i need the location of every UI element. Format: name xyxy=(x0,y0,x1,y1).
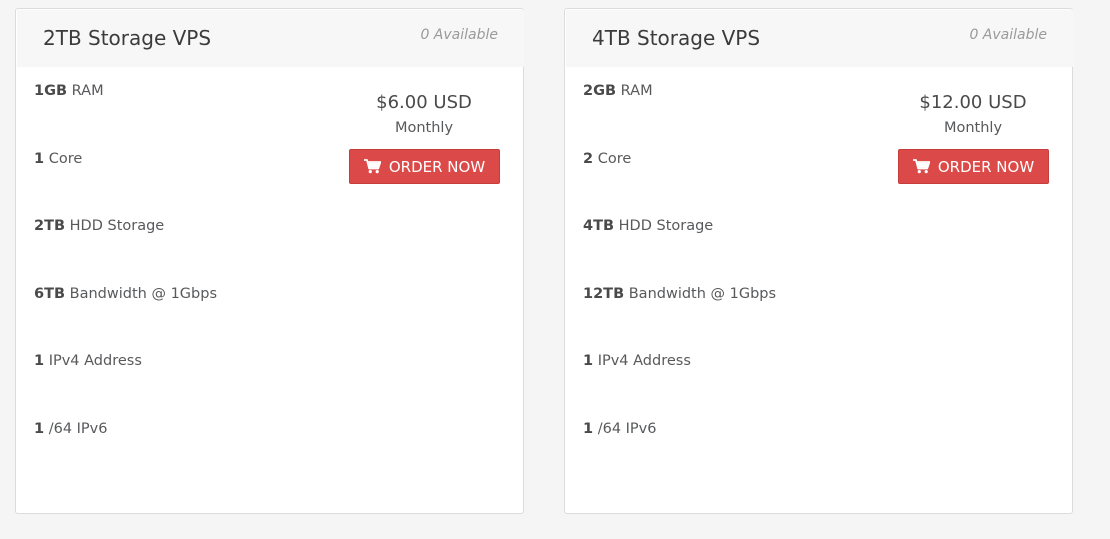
feature-core: 1 Core xyxy=(34,151,217,219)
feature-value: 4TB xyxy=(583,218,615,235)
price: $12.00 USD xyxy=(919,92,1027,113)
order-now-button[interactable]: ORDER NOW xyxy=(349,149,500,184)
product-card: 4TB Storage VPS 0 Available 2GB RAM 2 Co… xyxy=(564,8,1073,514)
feature-label: Bandwidth @ 1Gbps xyxy=(628,285,777,302)
feature-label: HDD Storage xyxy=(69,218,165,235)
billing-cycle: Monthly xyxy=(394,120,454,136)
feature-value: 1 xyxy=(34,150,45,167)
feature-value: 1 xyxy=(34,353,45,370)
shopping-cart-icon xyxy=(912,159,930,174)
feature-value: 2GB xyxy=(583,83,617,99)
feature-ram: 1GB RAM xyxy=(34,83,217,151)
price-block: $6.00 USD Monthly ORDER NOW xyxy=(349,91,500,184)
feature-value: 6TB xyxy=(34,285,66,302)
availability-label: 0 Available xyxy=(420,27,498,43)
product-title: 4TB Storage VPS xyxy=(592,26,761,50)
product-card-header: 2TB Storage VPS 0 Available xyxy=(17,10,524,67)
feature-value: 2 xyxy=(583,150,594,167)
feature-label: IPv4 Address xyxy=(48,353,142,370)
feature-ipv6: 1 /64 IPv6 xyxy=(583,421,776,489)
feature-bandwidth: 6TB Bandwidth @ 1Gbps xyxy=(34,286,217,354)
order-now-label: ORDER NOW xyxy=(937,157,1035,176)
price-block: $12.00 USD Monthly ORDER NOW xyxy=(898,91,1049,184)
feature-ram: 2GB RAM xyxy=(583,83,776,151)
feature-value: 2TB xyxy=(34,218,66,235)
feature-bandwidth: 12TB Bandwidth @ 1Gbps xyxy=(583,286,776,354)
feature-label: RAM xyxy=(71,83,104,99)
feature-label: RAM xyxy=(620,83,653,99)
product-card: 2TB Storage VPS 0 Available 1GB RAM 1 Co… xyxy=(15,8,524,514)
availability-label: 0 Available xyxy=(969,27,1047,43)
feature-label: IPv4 Address xyxy=(597,353,691,370)
feature-label: Core xyxy=(597,150,632,167)
feature-value: 1 xyxy=(583,420,594,437)
feature-label: Core xyxy=(48,150,83,167)
feature-label: Bandwidth @ 1Gbps xyxy=(69,285,217,302)
feature-value: 12TB xyxy=(583,285,625,302)
feature-value: 1 xyxy=(583,353,594,370)
order-now-button[interactable]: ORDER NOW xyxy=(898,149,1049,184)
billing-cycle: Monthly xyxy=(943,120,1003,136)
feature-ipv4: 1 IPv4 Address xyxy=(34,353,217,421)
feature-label: /64 IPv6 xyxy=(48,420,108,437)
feature-label: HDD Storage xyxy=(618,218,714,235)
shopping-cart-icon xyxy=(363,159,381,174)
feature-storage: 4TB HDD Storage xyxy=(583,218,776,286)
product-title: 2TB Storage VPS xyxy=(43,26,212,50)
price: $6.00 USD xyxy=(376,92,472,113)
order-now-label: ORDER NOW xyxy=(388,157,486,176)
feature-value: 1 xyxy=(34,420,45,437)
feature-label: /64 IPv6 xyxy=(597,420,657,437)
feature-list: 1GB RAM 1 Core 2TB HDD Storage 6TB Bandw… xyxy=(34,83,217,489)
product-card-header: 4TB Storage VPS 0 Available xyxy=(566,10,1073,67)
feature-value: 1GB xyxy=(34,83,68,99)
feature-ipv4: 1 IPv4 Address xyxy=(583,353,776,421)
feature-core: 2 Core xyxy=(583,151,776,219)
feature-list: 2GB RAM 2 Core 4TB HDD Storage 12TB Band… xyxy=(583,83,776,489)
feature-ipv6: 1 /64 IPv6 xyxy=(34,421,217,489)
feature-storage: 2TB HDD Storage xyxy=(34,218,217,286)
